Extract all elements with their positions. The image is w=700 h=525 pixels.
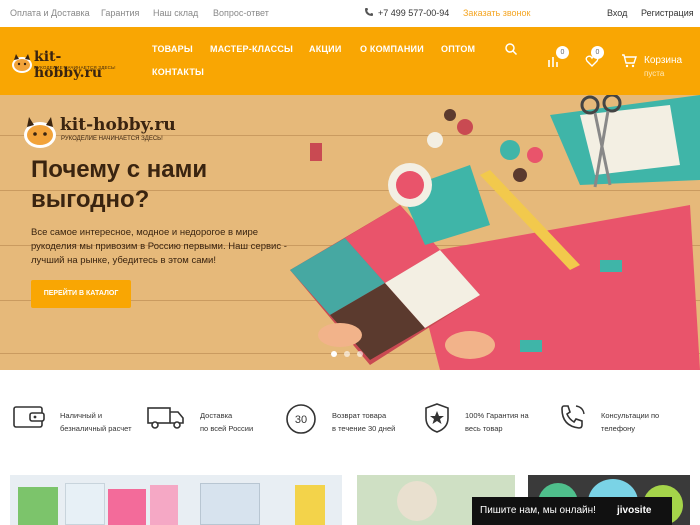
hero-logo-tagline: РУКОДЕЛИЕ НАЧИНАЕТСЯ ЗДЕСЬ! [61,136,163,142]
nav-item-about[interactable]: О КОМПАНИИ [360,44,424,54]
favorites-count-badge: 0 [591,46,604,59]
slider-dot-2[interactable] [344,351,350,357]
category-tile-storage[interactable] [10,475,342,525]
slider-dot-1[interactable] [331,351,337,357]
phone-consult-icon [561,405,585,429]
features-strip: Наличный и безналичный расчет Доставка по … [0,370,700,450]
nav-item-contacts[interactable]: КОНТАКТЫ [152,67,204,77]
hero-logo-text: kit-hobby.ru [60,115,176,135]
top-link-faq[interactable]: Вопрос-ответ [213,8,269,18]
top-link-warehouse[interactable]: Наш склад [153,8,198,18]
site-logo[interactable]: kit-hobby.ru РУКОДЕЛИЕ НАЧИНАЕТСЯ ЗДЕСЬ! [10,49,125,81]
cat-mascot-icon [24,117,56,148]
nav-item-master-classes[interactable]: МАСТЕР-КЛАССЫ [210,44,293,54]
cart-status: пуста [644,69,665,78]
main-header: kit-hobby.ru РУКОДЕЛИЕ НАЧИНАЕТСЯ ЗДЕСЬ!… [0,27,700,95]
top-bar: Оплата и Доставка Гарантия Наш склад Воп… [0,0,700,27]
register-link[interactable]: Регистрация [641,8,694,18]
hero-title: Почему с нами выгодно? [31,156,208,213]
phone-icon [365,8,373,16]
phone-number[interactable]: +7 499 577-00-94 [378,8,449,18]
search-icon[interactable] [504,42,518,56]
delivery-truck-icon [147,407,184,429]
guarantee-star-icon [425,403,449,433]
feature-delivery: Доставка по всей России [200,411,254,433]
nav-item-wholesale[interactable]: ОПТОМ [441,44,475,54]
chat-widget[interactable]: Пишите нам, мы онлайн! jivosite [472,497,672,525]
cat-logo-icon [12,54,32,73]
feature-guarantee: 100% Гарантия на весь товар [465,411,529,433]
compare-count-badge: 0 [556,46,569,59]
hero-logo: kit-hobby.ru РУКОДЕЛИЕ НАЧИНАЕТСЯ ЗДЕСЬ! [18,107,178,153]
chat-text: Пишите нам, мы онлайн! [480,505,596,516]
login-link[interactable]: Вход [607,8,627,18]
feature-payment: Наличный и безналичный расчет [60,411,132,433]
logo-tagline: РУКОДЕЛИЕ НАЧИНАЕТСЯ ЗДЕСЬ! [34,65,116,70]
slider-dot-3[interactable] [357,351,363,357]
top-link-guarantee[interactable]: Гарантия [101,8,139,18]
callback-link[interactable]: Заказать звонок [463,8,530,18]
hero-banner: kit-hobby.ru РУКОДЕЛИЕ НАЧИНАЕТСЯ ЗДЕСЬ!… [0,95,700,370]
feature-return: Возврат товара в течение 30 дней [332,411,396,433]
nav-item-sales[interactable]: АКЦИИ [309,44,342,54]
chat-brand: jivosite [617,505,652,516]
cart-icon[interactable] [621,54,637,68]
crafts-illustration [290,95,700,370]
wallet-card-icon [13,406,45,428]
nav-item-goods[interactable]: ТОВАРЫ [152,44,193,54]
feature-consult: Консультации по телефону [601,411,660,433]
svg-text:30: 30 [295,414,307,426]
hero-text: Все самое интересное, модное и недорогое… [31,227,287,266]
return-30-icon: 30 [286,404,316,434]
top-link-payment-delivery[interactable]: Оплата и Доставка [10,8,90,18]
go-to-catalog-button[interactable]: ПЕРЕЙТИ В КАТАЛОГ [31,280,131,308]
cart-label[interactable]: Корзина [644,55,682,66]
